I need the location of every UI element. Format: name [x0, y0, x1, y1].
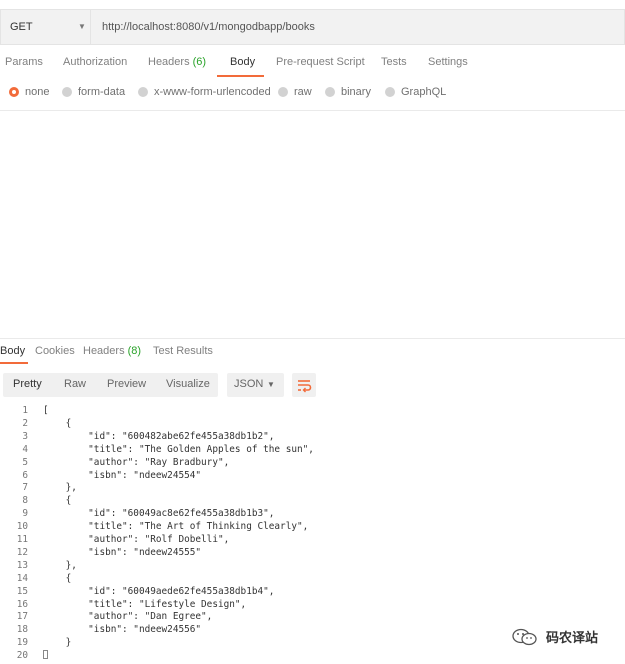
- watermark-text: 码农译站: [546, 630, 599, 645]
- code-line: "isbn": "ndeew24556": [43, 624, 202, 636]
- tab-response-headers[interactable]: Headers (8): [83, 345, 141, 357]
- view-raw-button[interactable]: Raw: [64, 378, 86, 390]
- tab-pre-request-script[interactable]: Pre-request Script: [276, 56, 365, 68]
- headers-count: (8): [127, 345, 142, 357]
- code-line: "author": "Ray Bradbury",: [43, 456, 230, 468]
- radio-none[interactable]: none: [9, 86, 49, 98]
- method-label: GET: [10, 21, 33, 33]
- view-pretty-button[interactable]: Pretty: [13, 378, 42, 390]
- code-line: {: [43, 417, 72, 429]
- code-line: "author": "Rolf Dobelli",: [43, 534, 230, 545]
- code-line: }: [43, 637, 72, 649]
- code-line: "title": "The Art of Thinking Clearly",: [43, 521, 309, 533]
- tab-body[interactable]: Body: [230, 56, 255, 68]
- active-tab-indicator: [217, 75, 264, 77]
- tab-test-results[interactable]: Test Results: [153, 345, 213, 357]
- code-line: },: [43, 482, 77, 494]
- radio-icon: [325, 87, 335, 97]
- url-input[interactable]: http://localhost:8080/v1/mongodbapp/book…: [90, 9, 625, 45]
- format-label: JSON: [234, 378, 264, 390]
- wrap-lines-icon: [298, 380, 312, 393]
- line-number: 4: [22, 443, 28, 455]
- request-tabs: Params Authorization Headers (6) Body Pr…: [0, 56, 625, 78]
- line-number: 19: [16, 637, 28, 649]
- active-tab-indicator: [0, 362, 28, 364]
- line-number: 14: [16, 572, 28, 584]
- code-line: "id": "600482abe62fe455a38db1b2",: [43, 430, 275, 442]
- code-line: "isbn": "ndeew24554": [43, 469, 202, 481]
- line-number: 17: [16, 611, 28, 623]
- code-line: {: [43, 572, 72, 584]
- tab-tests[interactable]: Tests: [381, 56, 407, 68]
- tab-cookies[interactable]: Cookies: [35, 345, 75, 357]
- line-number: 11: [16, 534, 28, 545]
- radio-x-www-form-urlencoded[interactable]: x-www-form-urlencoded: [138, 86, 271, 98]
- headers-count: (6): [192, 56, 207, 68]
- watermark: 码农译站: [512, 627, 598, 646]
- line-number: 2: [22, 417, 28, 429]
- chevron-down-icon: ▼: [78, 22, 86, 31]
- radio-form-data[interactable]: form-data: [62, 86, 125, 98]
- format-select[interactable]: JSON ▼: [227, 373, 284, 397]
- radio-raw[interactable]: raw: [278, 86, 312, 98]
- radio-selected-icon: [9, 87, 19, 97]
- line-number: 10: [16, 521, 28, 533]
- divider: [0, 338, 625, 339]
- code-line: "id": "60049ac8e62fe455a38db1b3",: [43, 508, 275, 520]
- view-preview-button[interactable]: Preview: [107, 378, 146, 390]
- code-line: [: [43, 405, 49, 416]
- line-number: 7: [22, 482, 28, 494]
- code-line: "title": "The Golden Apples of the sun",: [43, 443, 314, 455]
- line-number: 20: [16, 650, 28, 662]
- line-number: 8: [22, 495, 28, 507]
- line-number: 16: [16, 598, 28, 610]
- line-number: 3: [22, 430, 28, 442]
- response-tabs: Body Cookies Headers (8) Test Results: [0, 345, 625, 365]
- wechat-icon: [512, 628, 537, 645]
- line-number: 5: [22, 456, 28, 468]
- response-code-view[interactable]: 1 2 3 4 5 6 7 8 9 10 11 12 13 14 15 16 17 18 19 20 [ { "id"…: [0, 405, 625, 664]
- radio-graphql[interactable]: GraphQL: [385, 86, 446, 98]
- code-line: "id": "60049aede62fe455a38db1b4",: [43, 585, 275, 597]
- view-mode-group: Pretty Raw Preview Visualize: [3, 373, 218, 397]
- divider: [0, 110, 625, 111]
- view-visualize-button[interactable]: Visualize: [166, 378, 210, 390]
- radio-icon: [278, 87, 288, 97]
- code-line: "author": "Dan Egree",: [43, 611, 213, 623]
- wrap-lines-button[interactable]: [292, 373, 316, 397]
- request-bar: GET ▼ http://localhost:8080/v1/mongodbap…: [0, 9, 625, 45]
- line-number: 12: [16, 546, 28, 558]
- radio-icon: [62, 87, 72, 97]
- code-line: "isbn": "ndeew24555": [43, 546, 202, 558]
- tab-authorization[interactable]: Authorization: [63, 56, 127, 68]
- code-line: "title": "Lifestyle Design",: [43, 598, 247, 610]
- line-number: 18: [16, 624, 28, 636]
- line-number: 1: [22, 405, 28, 416]
- code-line: {: [43, 495, 72, 507]
- radio-icon: [138, 87, 148, 97]
- tab-response-body[interactable]: Body: [0, 345, 25, 357]
- tab-params[interactable]: Params: [5, 56, 43, 68]
- body-type-options: none form-data x-www-form-urlencoded raw…: [0, 86, 625, 102]
- url-text: http://localhost:8080/v1/mongodbapp/book…: [102, 21, 315, 33]
- code-line: },: [43, 559, 77, 571]
- tab-headers[interactable]: Headers (6): [148, 56, 206, 68]
- fold-marker-icon: [43, 650, 48, 659]
- line-number: 13: [16, 559, 28, 571]
- radio-binary[interactable]: binary: [325, 86, 371, 98]
- line-number: 15: [16, 585, 28, 597]
- tab-settings[interactable]: Settings: [428, 56, 468, 68]
- response-toolbar: Pretty Raw Preview Visualize JSON ▼: [0, 373, 625, 397]
- method-select[interactable]: GET ▼: [0, 9, 90, 45]
- line-number: 6: [22, 469, 28, 481]
- chevron-down-icon: ▼: [267, 380, 275, 389]
- radio-icon: [385, 87, 395, 97]
- line-number: 9: [22, 508, 28, 520]
